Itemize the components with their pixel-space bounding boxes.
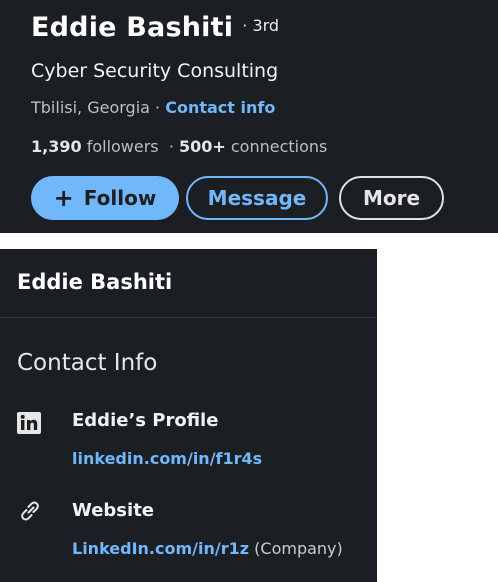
plus-icon: + [53, 184, 74, 212]
contact-info-link[interactable]: Contact info [165, 98, 275, 117]
location-row: Tbilisi, Georgia · Contact info [31, 98, 275, 117]
stats-row: 1,390 followers · 500+ connections [31, 137, 327, 156]
website-type-note: (Company) [249, 539, 343, 558]
more-button[interactable]: More [339, 176, 444, 220]
message-button[interactable]: Message [186, 176, 328, 220]
name-row: Eddie Bashiti · 3rd [31, 14, 279, 41]
connection-degree: · 3rd [242, 16, 280, 35]
website-url-row: LinkedIn.com/in/r1z (Company) [72, 539, 343, 558]
follow-button-label: Follow [83, 186, 157, 210]
location-separator: · [149, 98, 166, 117]
link-icon [21, 501, 39, 521]
profile-headline: Cyber Security Consulting [31, 60, 279, 82]
more-button-label: More [362, 186, 421, 210]
followers-count: 1,390 [31, 137, 82, 156]
followers-label: followers [81, 137, 159, 156]
panel-divider [0, 317, 377, 318]
website-item-label: Website [72, 500, 155, 521]
contact-info-heading: Contact Info [17, 350, 158, 376]
website-url-link[interactable]: LinkedIn.com/in/r1z [72, 539, 249, 558]
follow-button[interactable]: + Follow [31, 176, 179, 220]
page: Eddie Bashiti · 3rd Cyber Security Consu… [0, 0, 498, 582]
message-button-label: Message [207, 186, 307, 210]
profile-name: Eddie Bashiti [31, 12, 234, 43]
profile-item-label: Eddie’s Profile [72, 410, 219, 431]
profile-url-link[interactable]: linkedin.com/in/f1r4s [72, 449, 262, 468]
contact-panel-title: Eddie Bashiti [17, 270, 173, 294]
profile-top-card: Eddie Bashiti · 3rd Cyber Security Consu… [0, 0, 498, 233]
stats-separator: · [158, 137, 179, 156]
connections-label[interactable]: connections [226, 137, 328, 156]
profile-location: Tbilisi, Georgia [31, 98, 150, 117]
linkedin-icon [17, 412, 41, 434]
profile-url[interactable]: linkedin.com/in/f1r4s [72, 449, 262, 468]
connections-count[interactable]: 500+ [179, 137, 226, 156]
